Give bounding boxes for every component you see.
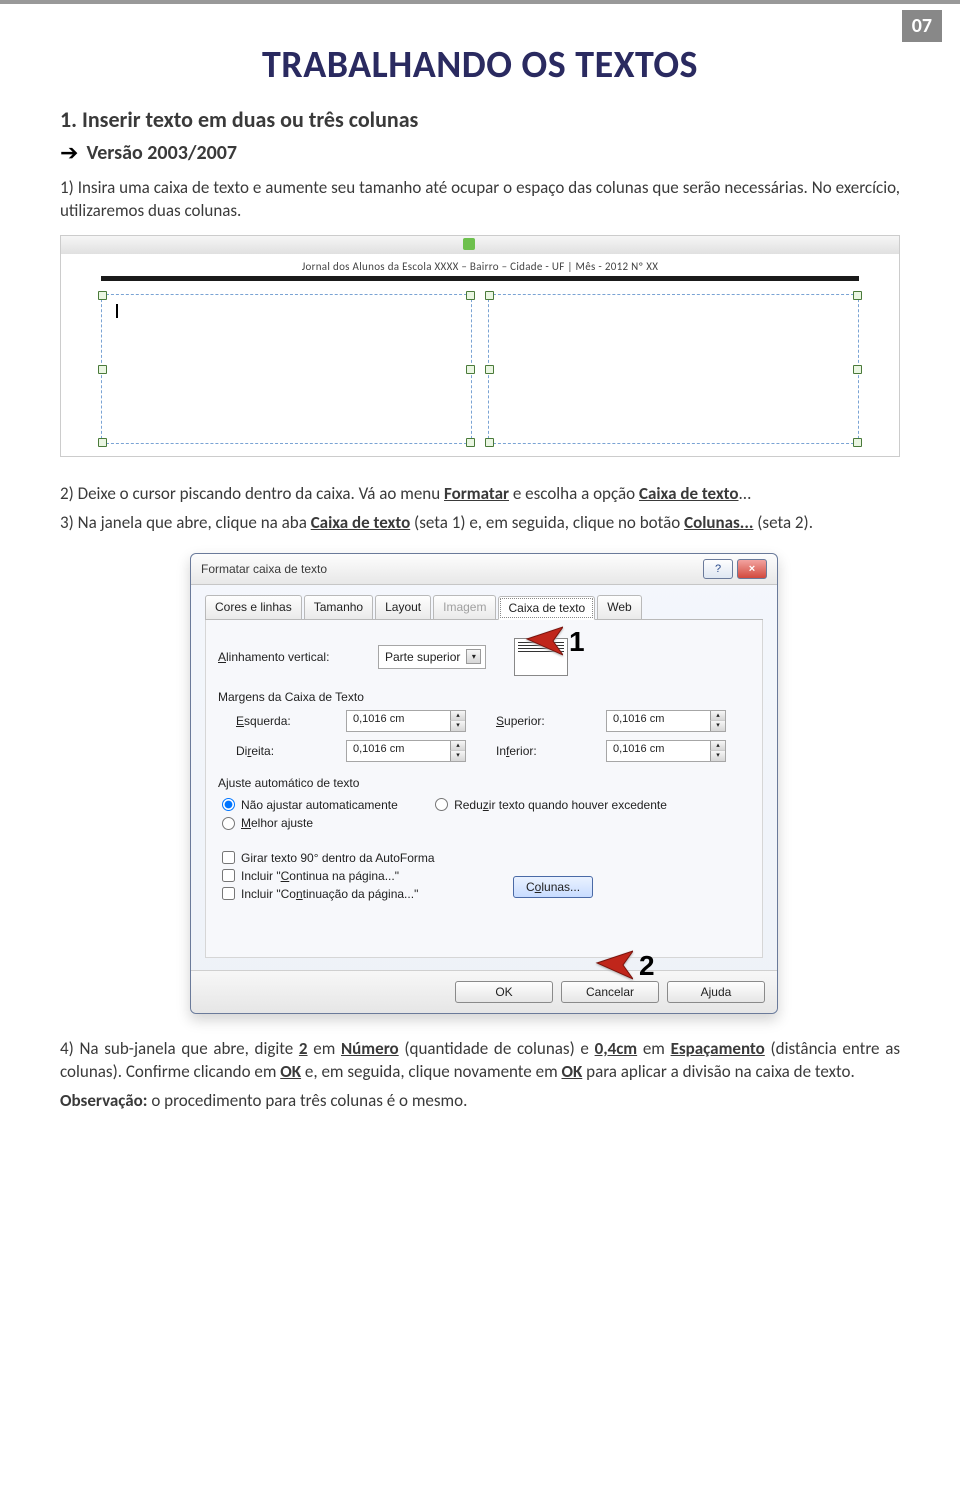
- word-columns-screenshot: Jornal dos Alunos da Escola XXXX – Bairr…: [60, 235, 900, 457]
- check-girar[interactable]: Girar texto 90° dentro da AutoForma: [222, 849, 716, 867]
- page-title: TRABALHANDO OS TEXTOS: [60, 42, 900, 88]
- radio-reduzir[interactable]: Reduzir texto quando houver excedente: [435, 796, 667, 814]
- margin-right-input[interactable]: 0,1016 cm▴▾: [346, 740, 466, 762]
- autofit-section-label: Ajuste automático de texto: [218, 776, 750, 790]
- observation: Observação: o procedimento para três col…: [60, 1090, 900, 1113]
- dialog-title: Formatar caixa de texto: [201, 562, 327, 576]
- chevron-down-icon: ▾: [466, 649, 481, 664]
- version-label: Versão 2003/2007: [86, 141, 237, 165]
- columns-button[interactable]: Colunas...: [513, 876, 593, 898]
- vertical-align-label: AAlinhamento vertical:linhamento vertica…: [218, 650, 368, 664]
- paragraph-1: 1) Insira uma caixa de texto e aumente s…: [60, 177, 900, 223]
- margin-left-input[interactable]: 0,1016 cm▴▾: [346, 710, 466, 732]
- radio-melhor-ajuste[interactable]: Melhor ajuste: [222, 814, 313, 832]
- dialog-tabs: Cores e linhas Tamanho Layout Imagem Cai…: [205, 595, 763, 620]
- paragraph-4: 4) Na sub-janela que abre, digite 2 em N…: [60, 1038, 900, 1084]
- tab-caixa-de-texto[interactable]: Caixa de texto: [498, 596, 595, 620]
- arrow-right-icon: ➔: [60, 142, 78, 164]
- margin-bottom-label: Inferior:: [496, 744, 576, 758]
- close-icon[interactable]: ×: [737, 559, 767, 579]
- margin-left-label: Esquerda:: [236, 714, 316, 728]
- vertical-align-select[interactable]: Parte superior ▾: [378, 645, 486, 669]
- format-textbox-dialog-screenshot: Formatar caixa de texto ? × Cores e linh…: [190, 553, 778, 1014]
- cancel-button[interactable]: Cancelar: [561, 981, 659, 1003]
- check-continua[interactable]: Incluir "Continua na página...": [222, 867, 716, 885]
- margin-top-input[interactable]: 0,1016 cm▴▾: [606, 710, 726, 732]
- tab-layout[interactable]: Layout: [375, 595, 431, 619]
- tab-tamanho[interactable]: Tamanho: [304, 595, 373, 619]
- tab-cores-linhas[interactable]: Cores e linhas: [205, 595, 302, 619]
- ok-button[interactable]: OK: [455, 981, 553, 1003]
- doc-header-text: Jornal dos Alunos da Escola XXXX – Bairr…: [302, 260, 659, 273]
- help-icon[interactable]: ?: [703, 559, 733, 579]
- margin-right-label: Direita:: [236, 744, 316, 758]
- tab-web[interactable]: Web: [597, 595, 641, 619]
- tab-imagem: Imagem: [433, 595, 496, 619]
- check-continuacao[interactable]: Incluir "Continuação da página...": [222, 885, 716, 903]
- paragraph-2: 2) Deixe o cursor piscando dentro da cai…: [60, 483, 900, 506]
- margin-bottom-input[interactable]: 0,1016 cm▴▾: [606, 740, 726, 762]
- margins-section-label: Margens da Caixa de Texto: [218, 690, 750, 704]
- paragraph-3: 3) Na janela que abre, clique na aba Cai…: [60, 512, 900, 535]
- section-subtitle: 1. Inserir texto em duas ou três colunas: [60, 106, 900, 133]
- margin-top-label: Superior:: [496, 714, 576, 728]
- radio-nao-ajustar[interactable]: Não ajustar automaticamente: [222, 796, 398, 814]
- preview-icon: [514, 638, 568, 676]
- help-button[interactable]: Ajuda: [667, 981, 765, 1003]
